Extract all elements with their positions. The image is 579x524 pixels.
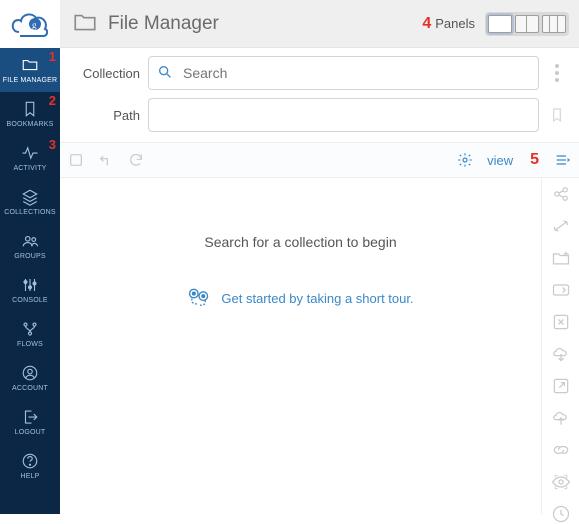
sidebar-item-label: ACTIVITY <box>13 165 46 172</box>
manage-icon[interactable] <box>549 504 573 524</box>
sidebar-item-help[interactable]: HELP <box>0 444 60 488</box>
sidebar-item-label: BOOKMARKS <box>7 121 54 128</box>
panel-layout-toggle <box>485 12 569 36</box>
search-icon <box>157 64 173 83</box>
transfer-icon[interactable] <box>549 216 573 236</box>
cloud-logo-icon: g <box>10 8 50 40</box>
collection-search-input[interactable] <box>148 56 539 90</box>
annotation: 2 <box>49 93 56 108</box>
sidebar-item-label: CONSOLE <box>12 297 48 304</box>
sidebar-item-label: COLLECTIONS <box>4 209 56 216</box>
bookmark-icon <box>21 100 39 118</box>
groups-icon <box>21 232 39 250</box>
sidebar-item-activity[interactable]: ACTIVITY 3 <box>0 136 60 180</box>
annotation: 5 <box>530 151 539 169</box>
logout-icon <box>21 408 39 426</box>
logo: g <box>0 0 60 48</box>
sidebar-item-file-manager[interactable]: FILE MANAGER 1 <box>0 48 60 92</box>
sliders-icon <box>21 276 39 294</box>
share-icon[interactable] <box>549 184 573 204</box>
link-icon[interactable] <box>549 440 573 460</box>
content-area: Search for a collection to begin Get sta… <box>60 178 541 514</box>
refresh-button[interactable] <box>128 152 144 168</box>
annotation: 4 <box>422 15 431 33</box>
download-icon[interactable] <box>549 344 573 364</box>
sidebar-item-logout[interactable]: LOGOUT <box>0 400 60 444</box>
sidebar: g FILE MANAGER 1 BOOKMARKS 2 ACTIVITY 3 … <box>0 0 60 514</box>
view-settings-button[interactable] <box>457 152 473 168</box>
show-hidden-icon[interactable] <box>549 472 573 492</box>
layers-icon <box>21 188 39 206</box>
path-label: Path <box>72 108 140 123</box>
actions-rail <box>541 178 579 514</box>
sidebar-item-account[interactable]: ACCOUNT <box>0 356 60 400</box>
sidebar-item-label: ACCOUNT <box>12 385 48 392</box>
new-folder-icon[interactable] <box>549 248 573 268</box>
main-area: File Manager 4 Panels Collection Path <box>60 0 579 514</box>
flows-icon <box>21 320 39 338</box>
sidebar-item-label: FLOWS <box>17 341 43 348</box>
sidebar-item-groups[interactable]: GROUPS <box>0 224 60 268</box>
tour-text: Get started by taking a short tour. <box>221 291 413 306</box>
sidebar-item-label: HELP <box>20 473 39 480</box>
titlebar: File Manager 4 Panels <box>60 0 579 48</box>
path-input[interactable] <box>148 98 539 132</box>
folder-icon <box>21 56 39 74</box>
empty-state-prompt: Search for a collection to begin <box>204 234 396 250</box>
collection-label: Collection <box>72 66 140 81</box>
sidebar-item-label: GROUPS <box>14 253 46 260</box>
sidebar-item-bookmarks[interactable]: BOOKMARKS 2 <box>0 92 60 136</box>
path-row: Path <box>60 90 579 132</box>
folder-outline-icon <box>72 9 98 38</box>
svg-text:g: g <box>32 20 37 30</box>
sidebar-item-label: LOGOUT <box>15 429 46 436</box>
tour-icon <box>187 286 211 311</box>
sidebar-item-label: FILE MANAGER <box>3 77 58 84</box>
annotation: 3 <box>49 137 56 152</box>
delete-icon[interactable] <box>549 312 573 332</box>
view-label: view <box>487 153 513 168</box>
sidebar-item-collections[interactable]: COLLECTIONS <box>0 180 60 224</box>
user-icon <box>21 364 39 382</box>
sidebar-item-console[interactable]: CONSOLE <box>0 268 60 312</box>
page-title: File Manager <box>108 13 219 35</box>
panel-one-button[interactable] <box>488 15 512 33</box>
help-icon <box>21 452 39 470</box>
rename-icon[interactable] <box>549 280 573 300</box>
open-icon[interactable] <box>549 376 573 396</box>
select-all-checkbox[interactable] <box>68 152 84 168</box>
up-folder-button[interactable] <box>98 152 114 168</box>
panel-two-button[interactable] <box>515 15 539 33</box>
panels-label: Panels <box>435 16 475 31</box>
tour-link[interactable]: Get started by taking a short tour. <box>187 286 413 311</box>
sidebar-item-flows[interactable]: FLOWS <box>0 312 60 356</box>
collection-row: Collection <box>60 48 579 90</box>
upload-icon[interactable] <box>549 408 573 428</box>
panel-three-button[interactable] <box>542 15 566 33</box>
activity-icon <box>21 144 39 162</box>
view-mode-button[interactable] <box>553 152 571 168</box>
annotation: 1 <box>49 49 56 64</box>
collection-menu-button[interactable] <box>547 64 567 82</box>
bookmark-outline-icon[interactable] <box>547 106 567 124</box>
file-toolbar: view 5 <box>60 142 579 178</box>
